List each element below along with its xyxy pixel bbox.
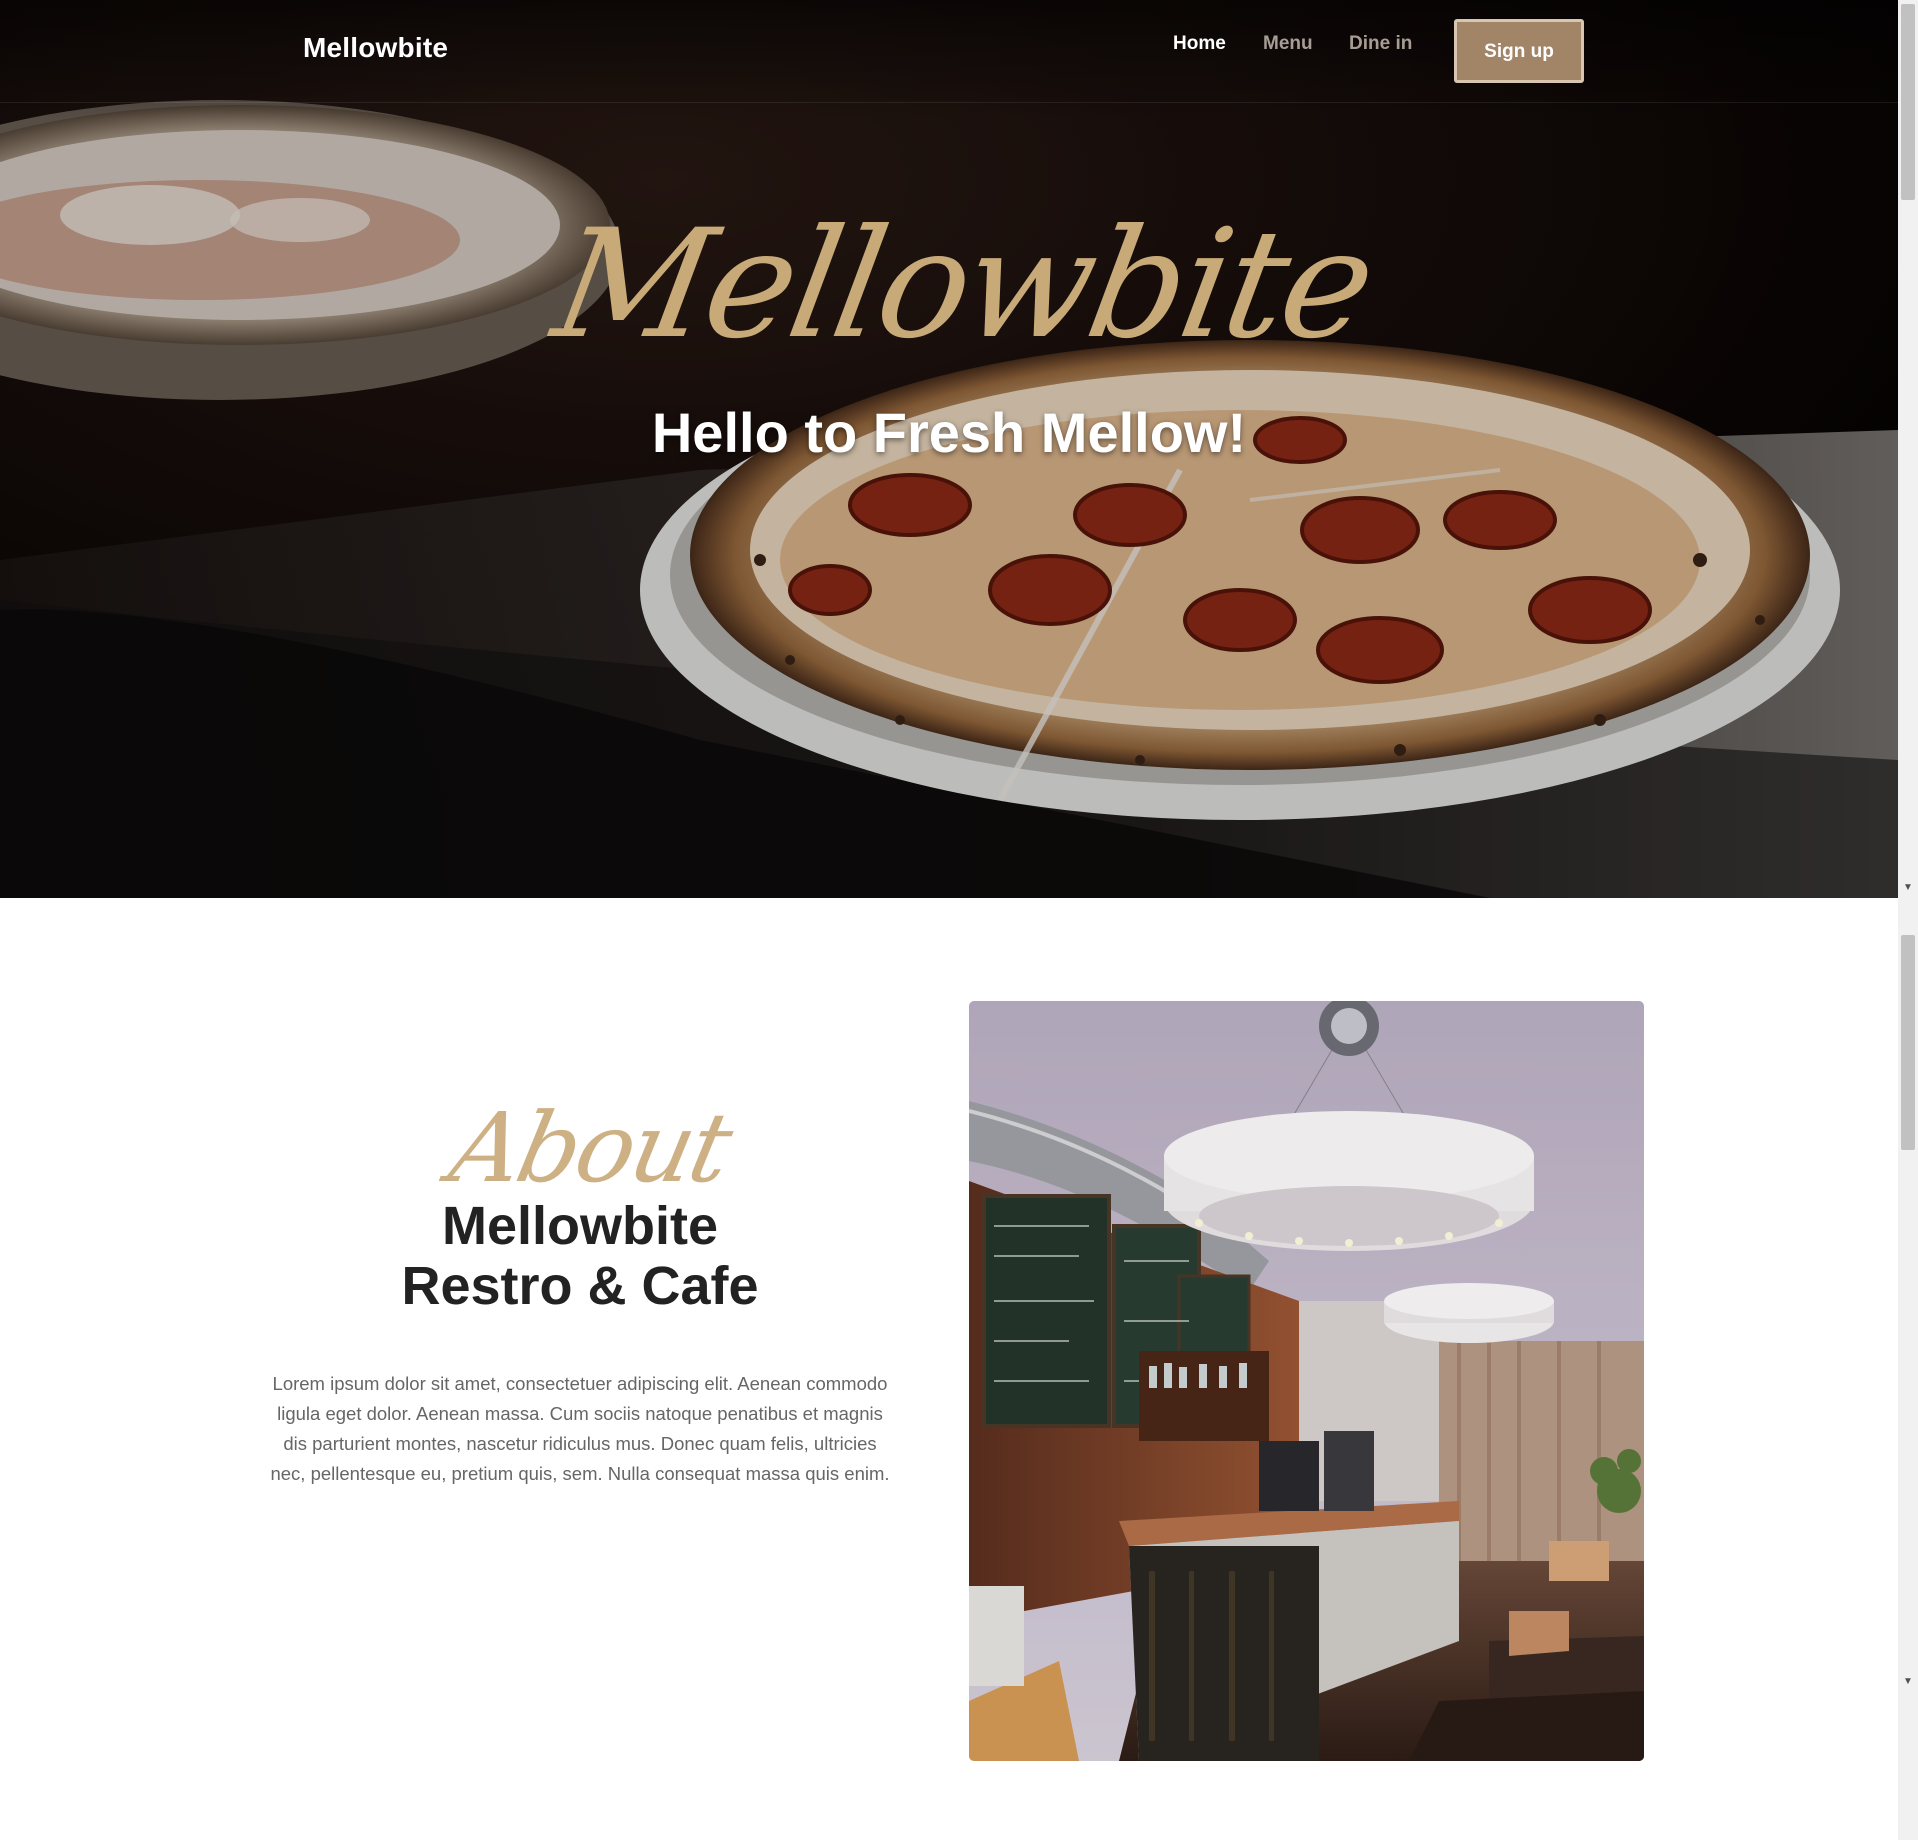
cafe-interior-image <box>969 1001 1644 1761</box>
scroll-down-arrow-icon[interactable]: ▼ <box>1898 1674 1918 1690</box>
hero-tagline: Hello to Fresh Mellow! <box>651 401 1247 464</box>
nav-link-home[interactable]: Home <box>1173 33 1226 55</box>
scroll-down-arrow-icon[interactable]: ▼ <box>1898 880 1918 896</box>
hero-script-title: Mellowbite <box>542 198 1384 372</box>
about-body-text: Lorem ipsum dolor sit amet, consectetuer… <box>270 1372 890 1484</box>
about-script-label: About <box>441 1092 739 1204</box>
scrollbar-thumb[interactable] <box>1901 4 1915 200</box>
hero-section: Mellowbite Home Menu Dine in Sign up Mel… <box>0 0 1898 898</box>
about-heading-line2: Restro & Cafe <box>401 1256 759 1316</box>
nav-link-dine-in[interactable]: Dine in <box>1349 33 1412 55</box>
about-heading-line1: Mellowbite <box>441 1196 718 1256</box>
about-heading: Mellowbite Restro & Cafe <box>270 1196 890 1316</box>
signup-button[interactable]: Sign up <box>1454 19 1584 83</box>
top-navbar: Mellowbite Home Menu Dine in Sign up <box>0 0 1898 103</box>
brand-logo[interactable]: Mellowbite <box>303 32 448 64</box>
page-scrollbar[interactable]: ▼ ▼ <box>1898 0 1918 1840</box>
scrollbar-thumb-secondary[interactable] <box>1901 935 1915 1150</box>
nav-link-menu[interactable]: Menu <box>1263 33 1313 55</box>
